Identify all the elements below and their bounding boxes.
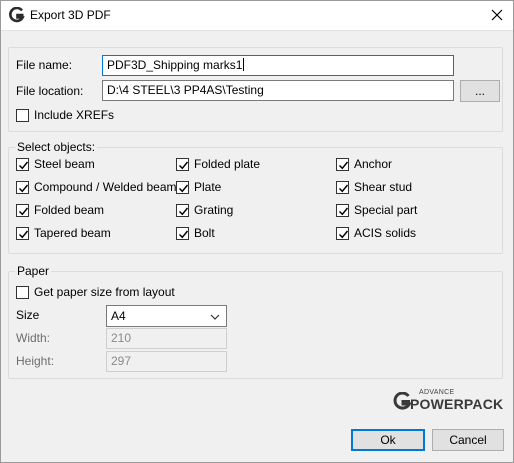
checkbox-label: Tapered beam xyxy=(34,226,111,240)
checkbox-box xyxy=(16,157,29,171)
select-objects-title: Select objects: xyxy=(15,140,98,154)
paper-title: Paper xyxy=(15,264,52,278)
advance-powerpack-logo: ADVANCE POWERPACK xyxy=(392,389,504,413)
checkbox-tapered-beam[interactable]: Tapered beam xyxy=(16,225,111,241)
checkmark-icon xyxy=(18,161,29,169)
window-title: Export 3D PDF xyxy=(30,8,111,22)
checkmark-icon xyxy=(178,161,189,169)
checkbox-label: Grating xyxy=(194,203,234,217)
checkmark-icon xyxy=(338,184,349,192)
checkbox-box xyxy=(176,180,189,194)
height-label: Height: xyxy=(16,354,55,368)
checkbox-folded-beam[interactable]: Folded beam xyxy=(16,202,104,218)
checkbox-label: Plate xyxy=(194,180,222,194)
checkbox-compound-welded-beam[interactable]: Compound / Welded beam xyxy=(16,179,177,195)
height-value: 297 xyxy=(111,354,132,368)
checkmark-icon xyxy=(178,184,189,192)
get-paper-size-checkbox[interactable]: Get paper size from layout xyxy=(16,284,175,300)
checkmark-icon xyxy=(18,184,29,192)
checkbox-box xyxy=(16,108,29,122)
checkmark-icon xyxy=(338,230,349,238)
get-paper-size-label: Get paper size from layout xyxy=(34,285,175,299)
height-input[interactable]: 297 xyxy=(106,351,227,372)
chevron-down-icon xyxy=(210,314,220,320)
checkmark-icon xyxy=(178,207,189,215)
checkbox-shear-stud[interactable]: Shear stud xyxy=(336,179,412,195)
file-location-label: File location: xyxy=(16,84,84,98)
checkbox-box xyxy=(16,180,29,194)
checkbox-box xyxy=(176,157,189,171)
checkmark-icon xyxy=(18,207,29,215)
powerpack-logo-icon xyxy=(393,392,412,410)
width-label: Width: xyxy=(16,331,51,345)
checkbox-box xyxy=(336,226,349,240)
size-label: Size xyxy=(16,308,40,322)
width-value: 210 xyxy=(111,331,132,345)
checkbox-label: ACIS solids xyxy=(354,226,417,240)
include-xrefs-checkbox[interactable]: Include XREFs xyxy=(16,107,114,123)
checkbox-label: Anchor xyxy=(354,157,393,171)
file-name-label: File name: xyxy=(16,58,73,72)
advance-logo-icon xyxy=(9,7,25,23)
checkbox-grating[interactable]: Grating xyxy=(176,202,233,218)
checkbox-label: Shear stud xyxy=(354,180,413,194)
checkbox-acis-solids[interactable]: ACIS solids xyxy=(336,225,416,241)
checkmark-icon xyxy=(178,230,189,238)
checkbox-special-part[interactable]: Special part xyxy=(336,202,417,218)
browse-button[interactable]: ... xyxy=(460,80,500,102)
ok-button[interactable]: Ok xyxy=(351,429,425,451)
checkbox-box xyxy=(16,203,29,217)
checkmark-icon xyxy=(338,161,349,169)
checkbox-bolt[interactable]: Bolt xyxy=(176,225,215,241)
checkmark-icon xyxy=(18,230,29,238)
checkbox-box xyxy=(336,180,349,194)
checkbox-box xyxy=(176,226,189,240)
size-select[interactable]: A4 xyxy=(106,305,227,327)
logo-big-text: POWERPACK xyxy=(410,396,504,412)
checkbox-box xyxy=(336,203,349,217)
text-caret xyxy=(243,58,245,71)
checkbox-box xyxy=(176,203,189,217)
file-location-input[interactable]: D:\4 STEEL\3 PP4AS\Testing xyxy=(102,80,454,101)
checkmark-icon xyxy=(338,207,349,215)
size-select-value: A4 xyxy=(111,309,126,323)
checkbox-plate[interactable]: Plate xyxy=(176,179,221,195)
file-location-value: D:\4 STEEL\3 PP4AS\Testing xyxy=(107,83,264,97)
checkbox-label: Folded beam xyxy=(34,203,105,217)
file-name-input[interactable]: PDF3D_Shipping marks1 xyxy=(102,55,454,76)
checkbox-label: Steel beam xyxy=(34,157,95,171)
checkbox-box xyxy=(336,157,349,171)
logo-small-text: ADVANCE xyxy=(419,389,455,396)
checkbox-box xyxy=(16,285,29,299)
file-name-value: PDF3D_Shipping marks1 xyxy=(107,58,243,72)
checkbox-label: Compound / Welded beam xyxy=(34,180,177,194)
checkbox-box xyxy=(16,226,29,240)
checkbox-label: Bolt xyxy=(194,226,215,240)
checkbox-steel-beam[interactable]: Steel beam xyxy=(16,156,95,172)
checkbox-folded-plate[interactable]: Folded plate xyxy=(176,156,260,172)
close-icon xyxy=(491,9,503,21)
close-button[interactable] xyxy=(480,0,514,30)
title-bar: Export 3D PDF xyxy=(0,0,514,31)
checkbox-label: Folded plate xyxy=(194,157,261,171)
cancel-button[interactable]: Cancel xyxy=(432,429,504,451)
checkbox-label: Special part xyxy=(354,203,418,217)
width-input[interactable]: 210 xyxy=(106,328,227,349)
include-xrefs-label: Include XREFs xyxy=(34,108,115,122)
checkbox-anchor[interactable]: Anchor xyxy=(336,156,392,172)
